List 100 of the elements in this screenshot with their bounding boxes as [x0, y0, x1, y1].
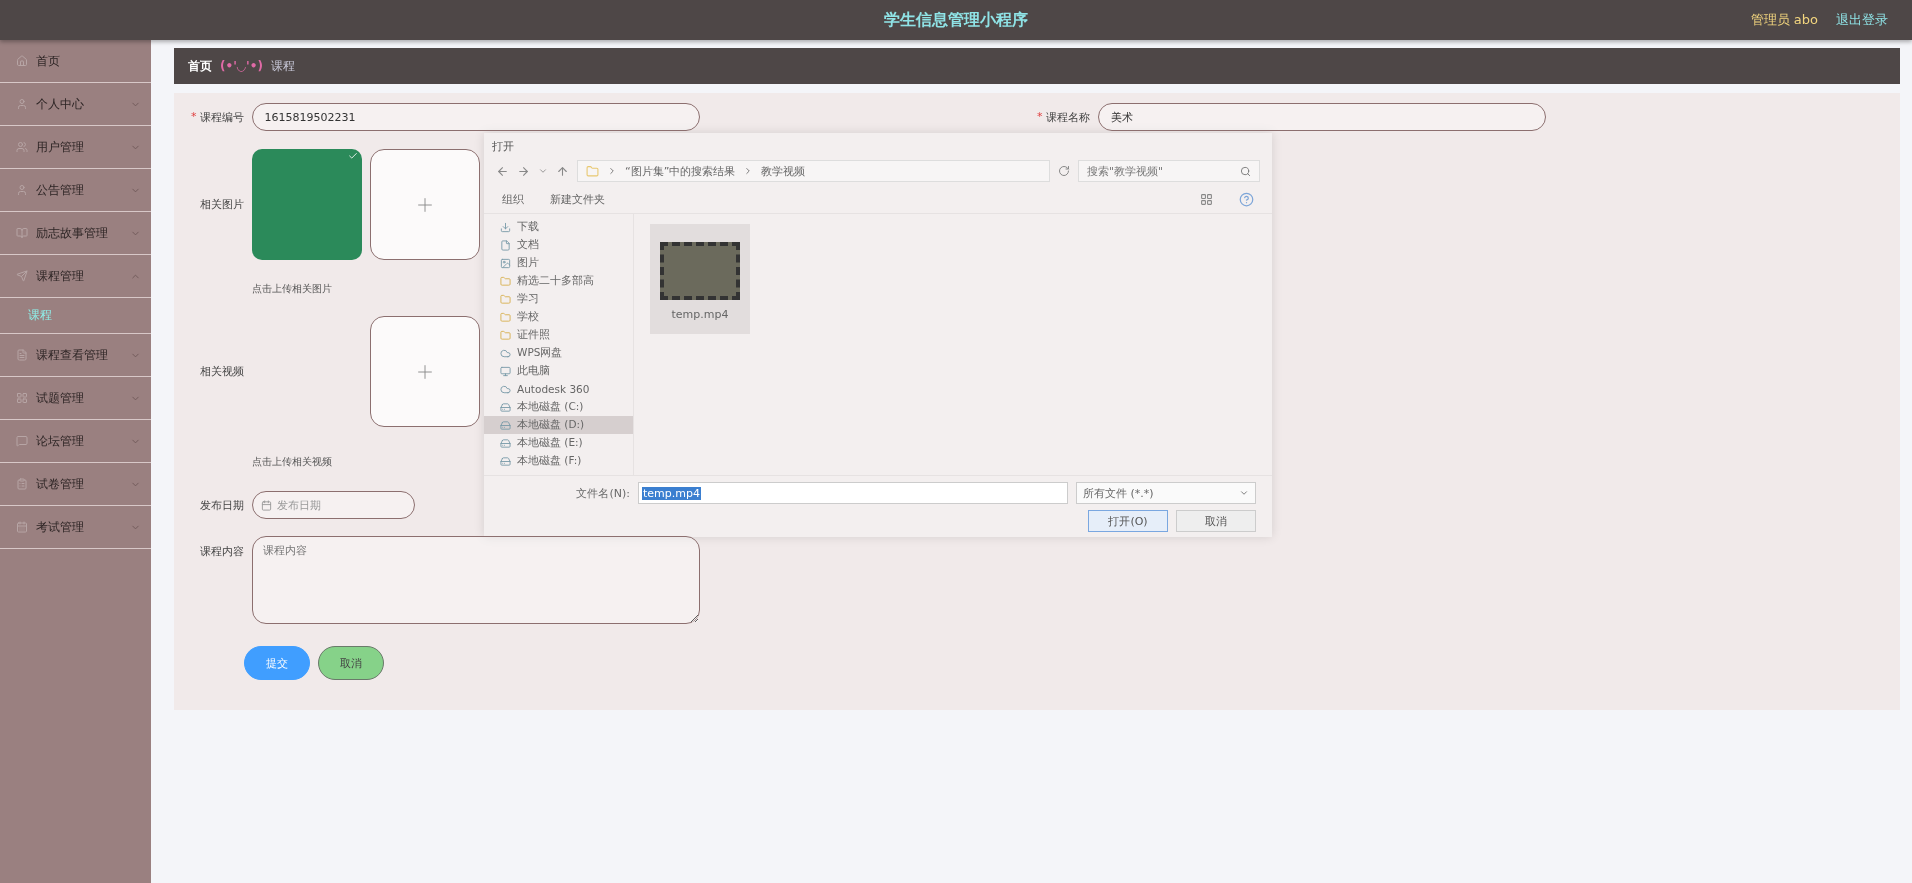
- filename-field[interactable]: temp.mp4: [638, 482, 1068, 504]
- menu-item[interactable]: 课程管理: [0, 255, 151, 298]
- menu-item[interactable]: 个人中心: [0, 83, 151, 126]
- nav-item[interactable]: 此电脑: [484, 362, 633, 380]
- field-label: 发布日期: [200, 497, 244, 513]
- check-icon: [348, 151, 358, 161]
- chevron-right-icon: [607, 166, 617, 176]
- upload-hint: 点击上传相关图片: [252, 282, 332, 296]
- field-label: 课程编号: [199, 109, 244, 125]
- nav-icon: [500, 257, 511, 269]
- upload-button[interactable]: [370, 149, 480, 260]
- nav-item[interactable]: 本地磁盘 (D:): [484, 416, 633, 434]
- menu-item[interactable]: 试题管理: [0, 377, 151, 420]
- nav-item[interactable]: 下载: [484, 218, 633, 236]
- upload-button[interactable]: [370, 316, 480, 427]
- refresh-icon: [1058, 165, 1070, 177]
- menu-item[interactable]: 首页: [0, 40, 151, 83]
- calendar-icon: [261, 499, 272, 511]
- menu-item[interactable]: 论坛管理: [0, 420, 151, 463]
- caret-icon: [1239, 488, 1249, 498]
- field-label: 相关视频: [200, 364, 244, 379]
- nav-icon: [500, 383, 511, 395]
- nav-icon: [500, 311, 511, 323]
- nav-item[interactable]: WPS网盘: [484, 344, 633, 362]
- search-field[interactable]: 搜索"教学视频": [1078, 160, 1260, 182]
- path-bar[interactable]: “图片集”中的搜索结果 教学视频: [577, 160, 1050, 182]
- nav-icon: [500, 347, 511, 359]
- help-icon: [1239, 191, 1254, 207]
- field-label: 课程名称: [1045, 109, 1090, 125]
- menu-icon: [16, 392, 28, 404]
- nav-item[interactable]: 图片: [484, 254, 633, 272]
- toolbar-button[interactable]: 新建文件夹: [550, 191, 605, 207]
- path-segment[interactable]: “图片集”中的搜索结果: [625, 163, 736, 179]
- filename-label: 文件名(N):: [576, 485, 630, 501]
- menu-icon: [16, 349, 28, 361]
- text-field[interactable]: 美术: [1097, 103, 1546, 131]
- menu-item[interactable]: 考试管理: [0, 506, 151, 549]
- nav-icon: [500, 275, 511, 287]
- nav-item[interactable]: Autodesk 360: [484, 380, 633, 398]
- menu-icon: [16, 98, 28, 110]
- text-field[interactable]: 1615819502231: [251, 103, 700, 131]
- menu-icon: [16, 227, 28, 239]
- submit-button[interactable]: 提交: [244, 646, 310, 680]
- menu-icon: [16, 478, 28, 490]
- dialog-title: 打开: [492, 140, 514, 153]
- nav-item[interactable]: 学校: [484, 308, 633, 326]
- menu-item[interactable]: 用户管理: [0, 126, 151, 169]
- path-segment[interactable]: 教学视频: [761, 163, 806, 179]
- dialog-button[interactable]: 打开(O): [1088, 510, 1168, 532]
- menu-icon: [16, 270, 28, 282]
- nav-icon: [500, 239, 511, 251]
- dialog-button[interactable]: 取消: [1176, 510, 1256, 532]
- forward-icon: [517, 164, 530, 178]
- field-label: 相关图片: [200, 197, 244, 212]
- nav-icon: [500, 437, 511, 449]
- required-mark: *: [1037, 109, 1043, 125]
- nav-item[interactable]: 本地磁盘 (E:): [484, 434, 633, 452]
- menu-icon: [16, 141, 28, 153]
- nav-item[interactable]: 精选二十多部高: [484, 272, 633, 290]
- menu-icon: [16, 521, 28, 533]
- field-label: 课程内容: [200, 544, 244, 559]
- toolbar-button[interactable]: 组织: [502, 191, 524, 207]
- nav-item[interactable]: 文档: [484, 236, 633, 254]
- nav-icon: [500, 401, 511, 413]
- search-icon: [1240, 165, 1251, 177]
- filetype-select[interactable]: 所有文件 (*.*): [1076, 482, 1256, 504]
- view-icon: [1200, 192, 1213, 206]
- nav-icon: [500, 455, 511, 467]
- menu-icon: [16, 184, 28, 196]
- logout-link[interactable]: 退出登录: [1836, 11, 1888, 29]
- menu-icon: [16, 55, 28, 67]
- menu-icon: [16, 435, 28, 447]
- nav-icon: [500, 293, 511, 305]
- menu-item[interactable]: 课程查看管理: [0, 334, 151, 377]
- nav-item[interactable]: 学习: [484, 290, 633, 308]
- upload-hint: 点击上传相关视频: [252, 455, 332, 469]
- caret-icon: [538, 166, 548, 176]
- up-icon: [556, 164, 569, 178]
- nav-icon: [500, 419, 511, 431]
- nav-item[interactable]: 证件照: [484, 326, 633, 344]
- nav-item[interactable]: 本地磁盘 (C:): [484, 398, 633, 416]
- menu-item[interactable]: 公告管理: [0, 169, 151, 212]
- file-item[interactable]: temp.mp4: [650, 224, 750, 334]
- nav-icon: [500, 329, 511, 341]
- cancel-button[interactable]: 取消: [318, 646, 384, 680]
- breadcrumb-emoticon: (•'◡'•): [220, 59, 263, 73]
- submenu-item[interactable]: 课程: [0, 297, 151, 333]
- nav-icon: [500, 221, 511, 233]
- breadcrumb-link[interactable]: 首页: [188, 57, 212, 75]
- folder-icon: [586, 164, 599, 178]
- nav-item[interactable]: 本地磁盘 (F:): [484, 452, 633, 470]
- nav-icon: [500, 365, 511, 377]
- required-mark: *: [191, 109, 197, 125]
- back-icon: [496, 164, 509, 178]
- content-field[interactable]: 课程内容: [252, 536, 700, 624]
- user-name: 管理员 abo: [1750, 11, 1818, 29]
- breadcrumb-current: 课程: [270, 57, 295, 75]
- menu-item[interactable]: 试卷管理: [0, 463, 151, 506]
- app-title: 学生信息管理小程序: [884, 9, 1028, 31]
- menu-item[interactable]: 励志故事管理: [0, 212, 151, 255]
